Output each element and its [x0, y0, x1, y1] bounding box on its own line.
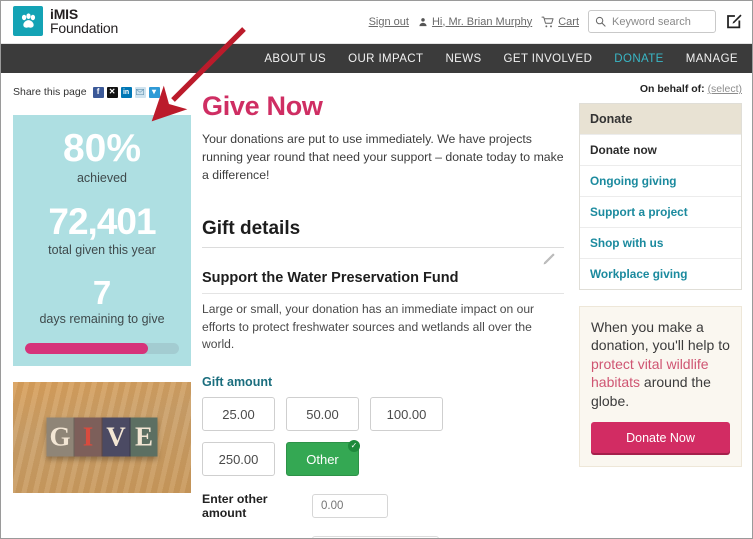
user-greeting[interactable]: Hi, Mr. Brian Murphy: [418, 16, 532, 28]
total-given-label: total given this year: [48, 243, 156, 258]
percent-achieved-label: achieved: [76, 171, 128, 185]
share-bar: Share this page f ✕ in ▾: [13, 73, 191, 102]
give-letterpress-photo: G I V E: [13, 381, 191, 493]
nav-item-news[interactable]: NEWS: [445, 53, 481, 65]
facebook-icon[interactable]: f: [92, 86, 104, 98]
progress-bar: [25, 342, 179, 354]
sidebar-item-workplace-giving[interactable]: Workplace giving: [580, 258, 741, 289]
percent-achieved-value: 80%: [62, 127, 142, 170]
user-greeting-text[interactable]: Hi, Mr. Brian Murphy: [432, 16, 532, 28]
share-label: Share this page: [13, 86, 87, 98]
site-header: iMIS Foundation Sign out Hi, Mr. Brian M…: [1, 1, 752, 44]
give-letter-v: V: [102, 417, 131, 457]
give-blocks: G I V E: [46, 417, 158, 457]
email-icon[interactable]: [134, 86, 146, 98]
search-input[interactable]: [610, 14, 706, 29]
nav-item-manage[interactable]: MANAGE: [686, 53, 738, 65]
gift-amount-label: Gift amount: [202, 375, 273, 389]
user-icon: [419, 17, 427, 26]
other-amount-label: Enter other amount: [202, 492, 268, 520]
browser-page: iMIS Foundation Sign out Hi, Mr. Brian M…: [0, 0, 753, 539]
promo-text-pre: When you make a donation, you'll help to: [591, 319, 730, 354]
paw-icon: [13, 6, 43, 36]
nav-item-get-involved[interactable]: GET INVOLVED: [504, 53, 593, 65]
logo-line-2: Foundation: [50, 20, 119, 36]
sidebar-item-support-a-project[interactable]: Support a project: [580, 196, 741, 227]
search-icon: [595, 16, 606, 27]
promo-text: When you make a donation, you'll help to…: [591, 318, 730, 410]
cart-link[interactable]: Cart: [541, 16, 579, 28]
logo-line-1: iMIS: [50, 5, 78, 22]
campaign-stats-panel: 80% achieved 72,401 total given this yea…: [13, 115, 191, 366]
gift-amount-options: 25.00 50.00 100.00 250.00 Other ✓: [202, 397, 492, 476]
check-icon: ✓: [348, 440, 360, 452]
gift-details-heading: Gift details: [202, 218, 301, 240]
pencil-icon[interactable]: [541, 252, 556, 272]
sign-out-link[interactable]: Sign out: [369, 16, 409, 28]
amount-option-250[interactable]: 250.00: [202, 442, 275, 476]
donate-now-button[interactable]: Donate Now: [591, 422, 730, 454]
progress-bar-fill: [25, 342, 149, 354]
fund-description: Large or small, your donation has an imm…: [202, 302, 535, 351]
sidebar-item-donate-now[interactable]: Donate now: [580, 134, 741, 165]
on-behalf-label: On behalf of:: [639, 83, 705, 95]
amount-option-50[interactable]: 50.00: [286, 397, 359, 431]
nav-item-donate[interactable]: DONATE: [614, 53, 663, 65]
nav-item-about-us[interactable]: ABOUT US: [264, 53, 326, 65]
fund-title: Support the Water Preservation Fund: [202, 270, 459, 287]
more-share-icon[interactable]: ▾: [148, 86, 160, 98]
header-utility-bar: Sign out Hi, Mr. Brian Murphy Cart: [369, 10, 742, 33]
linkedin-icon[interactable]: in: [120, 86, 132, 98]
nav-item-our-impact[interactable]: OUR IMPACT: [348, 53, 423, 65]
days-remaining-label: days remaining to give: [39, 311, 165, 326]
give-letter-g: G: [46, 417, 75, 457]
amount-option-100[interactable]: 100.00: [370, 397, 443, 431]
search-box[interactable]: [588, 10, 716, 33]
donate-nav-panel: Donate Donate now Ongoing giving Support…: [579, 103, 742, 290]
promo-panel: When you make a donation, you'll help to…: [579, 306, 742, 468]
cart-icon: [541, 16, 554, 27]
left-sidebar: Share this page f ✕ in ▾ 80% achieved 72…: [13, 73, 191, 493]
donate-panel-title: Donate: [580, 104, 741, 134]
other-amount-row: Enter other amount: [202, 492, 564, 520]
x-twitter-icon[interactable]: ✕: [106, 86, 118, 98]
total-given-value: 72,401: [48, 201, 156, 243]
cart-label[interactable]: Cart: [558, 16, 579, 28]
on-behalf-select-link[interactable]: (select): [708, 83, 742, 95]
give-letter-e: E: [130, 417, 158, 457]
site-logo[interactable]: iMIS Foundation: [13, 6, 118, 36]
days-remaining-value: 7: [92, 273, 112, 311]
give-letter-i: I: [74, 417, 103, 457]
primary-nav: ABOUT US OUR IMPACT NEWS GET INVOLVED DO…: [1, 44, 752, 73]
amount-option-other[interactable]: Other ✓: [286, 440, 360, 476]
sidebar-item-shop-with-us[interactable]: Shop with us: [580, 227, 741, 258]
compose-icon[interactable]: [725, 13, 742, 30]
amount-option-25[interactable]: 25.00: [202, 397, 275, 431]
main-column: Give Now Your donations are put to use i…: [202, 73, 564, 538]
other-amount-input[interactable]: [312, 494, 388, 518]
amount-option-other-label: Other: [306, 451, 339, 467]
page-content: Share this page f ✕ in ▾ 80% achieved 72…: [1, 73, 752, 538]
right-sidebar: On behalf of: (select) Donate Donate now…: [579, 73, 742, 468]
on-behalf-of: On behalf of: (select): [579, 73, 742, 95]
sidebar-item-ongoing-giving[interactable]: Ongoing giving: [580, 165, 741, 196]
page-title: Give Now: [202, 91, 323, 121]
intro-text: Your donations are put to use immediatel…: [202, 132, 564, 182]
